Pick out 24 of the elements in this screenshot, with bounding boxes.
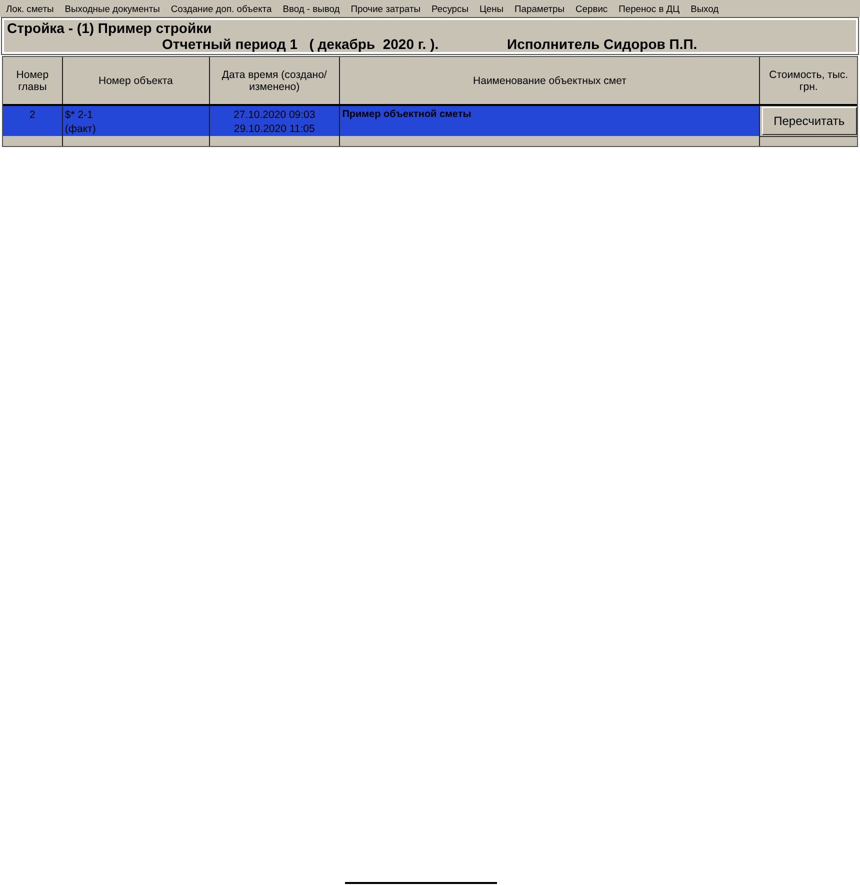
column-header: Номер объекта — [62, 57, 210, 104]
menu-item[interactable]: Создание доп. объекта — [170, 3, 272, 14]
menu-item[interactable]: Перенос в ДЦ — [618, 3, 680, 14]
table-cell: $* 2-1 (факт) — [62, 106, 210, 136]
recalculate-button[interactable]: Пересчитать — [762, 107, 857, 135]
table-cell: 27.10.2020 09:03 29.10.2020 11:05 — [210, 106, 340, 136]
column-header: Стоимость, тыс. грн. — [768, 68, 850, 94]
executor-label: Исполнитель Сидоров П.П. — [507, 36, 698, 52]
menu-item[interactable]: Выход — [690, 3, 719, 14]
table-row[interactable]: 2 $* 2-1 (факт) 27.10.2020 09:03 29.10.2020 11:05 Пример объектной сметы Пересчитать — [3, 106, 857, 136]
menu-item[interactable]: Параметры — [514, 3, 565, 14]
table-cell: 2 — [3, 106, 63, 136]
menu-item[interactable]: Лок. сметы — [6, 3, 54, 14]
project-title: Стройка - (1) Пример стройки — [7, 20, 213, 36]
menu-item[interactable]: Сервис — [576, 3, 608, 14]
column-header: Номер главы — [3, 57, 63, 104]
menu-item[interactable]: Ввод - вывод — [282, 3, 340, 14]
period-label: Отчетный период 1 ( декабрь 2020 г. ). — [162, 36, 440, 52]
menu-item[interactable]: Ресурсы — [431, 3, 468, 14]
menu-item[interactable]: Прочие затраты — [350, 3, 420, 14]
column-header: Дата время (создано/ изменено) — [210, 57, 340, 104]
menu-item[interactable]: Цены — [479, 3, 504, 14]
menu-item[interactable]: Выходные документы — [64, 3, 160, 14]
column-header: Наименование объектных смет — [340, 57, 760, 104]
